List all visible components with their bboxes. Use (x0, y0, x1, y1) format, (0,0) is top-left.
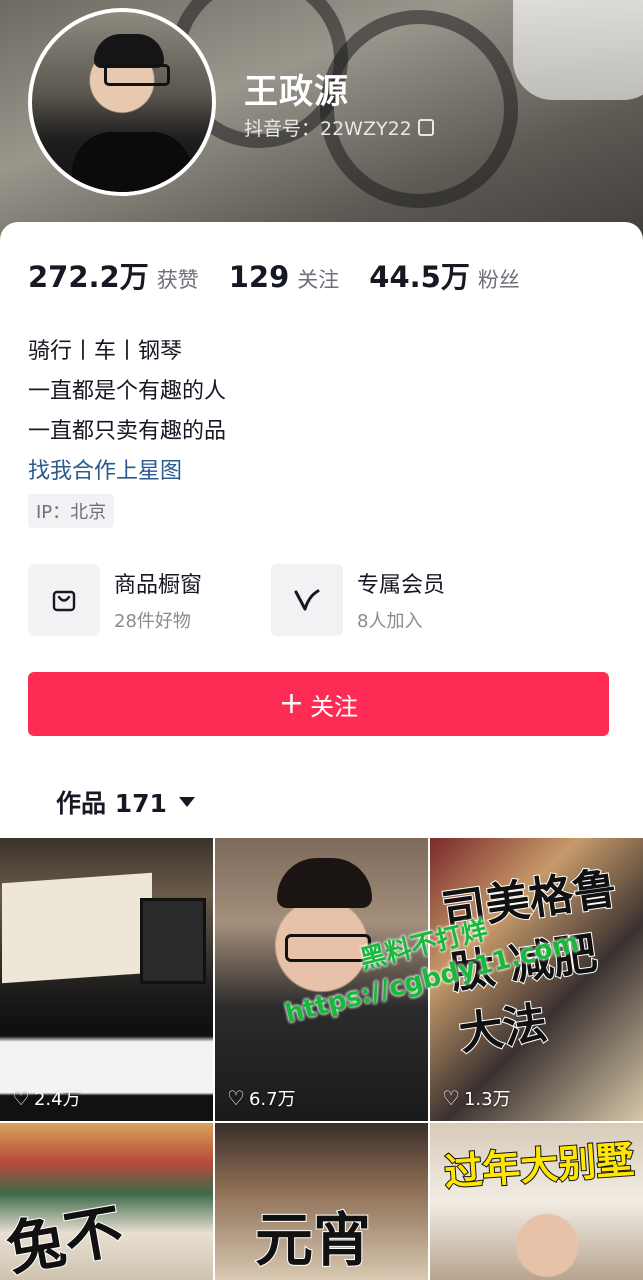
follow-button-label: 关注 (310, 692, 359, 721)
tablet (140, 898, 206, 984)
bio-line: 骑行丨车丨钢琴 (28, 339, 183, 364)
bio: 骑行丨车丨钢琴 一直都是个有趣的人 一直都只卖有趣的品 找我合作上星图 (28, 332, 226, 492)
heart-icon: ♡ (227, 1086, 245, 1110)
like-count-value: 1.3万 (463, 1089, 511, 1110)
douyin-id[interactable]: 抖音号：22WZY22 (244, 114, 434, 141)
membership-entry[interactable]: 专属会员 8人加入 (271, 564, 445, 636)
plus-icon: + (278, 686, 305, 721)
stat-label: 关注 (297, 268, 340, 292)
v-badge-icon (271, 564, 343, 636)
ip-badge: IP：北京 (28, 494, 115, 528)
heart-icon: ♡ (12, 1086, 30, 1110)
membership-subtitle: 8人加入 (357, 611, 423, 632)
stat-following[interactable]: 129 关注 (229, 260, 340, 294)
like-count: ♡ 6.7万 (227, 1085, 296, 1111)
shop-window-entry[interactable]: 商品橱窗 28件好物 (28, 564, 202, 636)
video-overlay-title: 元宵 (254, 1205, 372, 1275)
bio-link[interactable]: 找我合作上星图 (28, 452, 226, 492)
stat-label: 粉丝 (477, 268, 520, 292)
like-count: ♡ 1.3万 (442, 1085, 511, 1111)
video-thumbnail[interactable]: 元宵 (215, 1123, 428, 1280)
heart-icon: ♡ (442, 1086, 460, 1110)
stat-followers[interactable]: 44.5万 粉丝 (369, 254, 520, 296)
works-tab-label: 作品 171 (56, 789, 167, 818)
shop-window-subtitle: 28件好物 (114, 611, 191, 632)
video-overlay-title: 过年大别墅 (442, 1136, 637, 1195)
stat-value: 44.5万 (369, 260, 470, 294)
follow-button[interactable]: + 关注 (28, 672, 609, 736)
background-car (513, 0, 643, 100)
video-thumbnail[interactable]: 过年大别墅 (430, 1123, 643, 1280)
caret-down-icon[interactable] (178, 797, 195, 807)
bio-line: 一直都只卖有趣的品 (28, 419, 227, 444)
like-count-value: 6.7万 (248, 1089, 296, 1110)
profile-header: 王政源 抖音号：22WZY22 (0, 0, 643, 250)
video-thumbnail[interactable]: 兔不 (0, 1123, 213, 1280)
stat-label: 获赞 (156, 268, 199, 292)
stat-likes[interactable]: 272.2万 获赞 (28, 254, 199, 296)
shopping-bag-icon (28, 564, 100, 636)
video-thumbnail[interactable]: ♡ 2.4万 (0, 838, 213, 1121)
profile-name: 王政源 (244, 72, 349, 112)
copy-icon[interactable] (417, 119, 434, 136)
avatar[interactable] (28, 8, 216, 196)
tab-works[interactable]: 作品 171 (56, 784, 195, 820)
sheet-music (2, 872, 152, 984)
membership-title: 专属会员 (357, 573, 446, 598)
video-overlay-title: 兔不 (1, 1195, 129, 1280)
background-bike-wheel (320, 10, 518, 208)
like-count: ♡ 2.4万 (12, 1085, 81, 1111)
stats-row: 272.2万 获赞 129 关注 44.5万 粉丝 (28, 254, 550, 296)
like-count-value: 2.4万 (33, 1089, 81, 1110)
stat-value: 272.2万 (28, 260, 149, 294)
bio-line: 一直都是个有趣的人 (28, 379, 227, 404)
hair (277, 858, 372, 908)
shop-window-title: 商品橱窗 (114, 573, 203, 598)
stat-value: 129 (228, 260, 290, 294)
douyin-id-text: 抖音号：22WZY22 (244, 118, 412, 140)
